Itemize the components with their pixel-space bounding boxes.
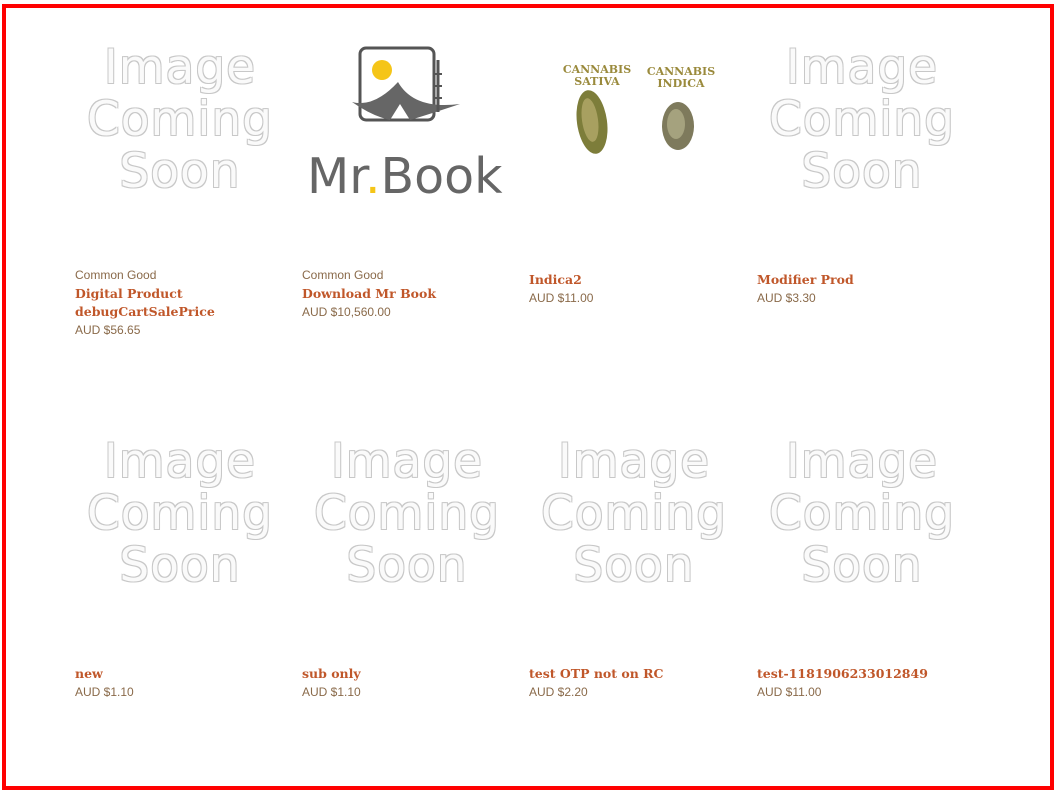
product-title-link[interactable]: Indica2	[529, 271, 749, 289]
product-title-link[interactable]: Modifier Prod	[757, 271, 977, 289]
product-title-link[interactable]: Download Mr Book	[302, 285, 522, 303]
product-brand: Common Good	[302, 268, 384, 282]
image-coming-soon: Image Coming Soon	[86, 40, 274, 199]
product-image-placeholder[interactable]: Image Coming Soon	[307, 414, 507, 614]
image-coming-soon: Image Coming Soon	[86, 434, 274, 593]
product-price: AUD $1.10	[75, 685, 134, 699]
product-price: AUD $3.30	[757, 291, 816, 305]
product-price: AUD $56.65	[75, 323, 141, 337]
product-image-placeholder[interactable]: Image Coming Soon	[80, 414, 280, 614]
image-coming-soon: Image Coming Soon	[540, 434, 728, 593]
product-price: AUD $10,560.00	[302, 305, 391, 319]
image-coming-soon: Image Coming Soon	[768, 434, 956, 593]
product-title-link[interactable]: sub only	[302, 665, 522, 683]
product-price: AUD $2.20	[529, 685, 588, 699]
product-title-link[interactable]: test-1181906233012849	[757, 665, 977, 683]
product-price: AUD $11.00	[529, 291, 594, 305]
product-price: AUD $1.10	[302, 685, 361, 699]
product-brand: Common Good	[75, 268, 157, 282]
product-title-link[interactable]: Digital Product debugCartSalePrice	[75, 285, 225, 321]
product-price: AUD $11.00	[757, 685, 822, 699]
product-image-placeholder[interactable]: Image Coming Soon	[762, 20, 962, 220]
cannabis-product-image[interactable]: CANNABIS SATIVA CANNABIS INDICA	[534, 20, 734, 220]
product-title-link[interactable]: new	[75, 665, 295, 683]
product-image-placeholder[interactable]: Image Coming Soon	[80, 20, 280, 220]
image-coming-soon: Image Coming Soon	[313, 434, 501, 593]
mr-book-logo-text: Mr.Book	[307, 148, 503, 205]
image-coming-soon: Image Coming Soon	[768, 40, 956, 199]
cannabis-buds-icon	[576, 90, 694, 154]
product-title-link[interactable]: test OTP not on RC	[529, 665, 749, 683]
product-image-placeholder[interactable]: Image Coming Soon	[534, 414, 734, 614]
product-image-placeholder[interactable]: Image Coming Soon	[762, 414, 962, 614]
mr-book-logo-image[interactable]: Mr.Book	[307, 20, 507, 220]
